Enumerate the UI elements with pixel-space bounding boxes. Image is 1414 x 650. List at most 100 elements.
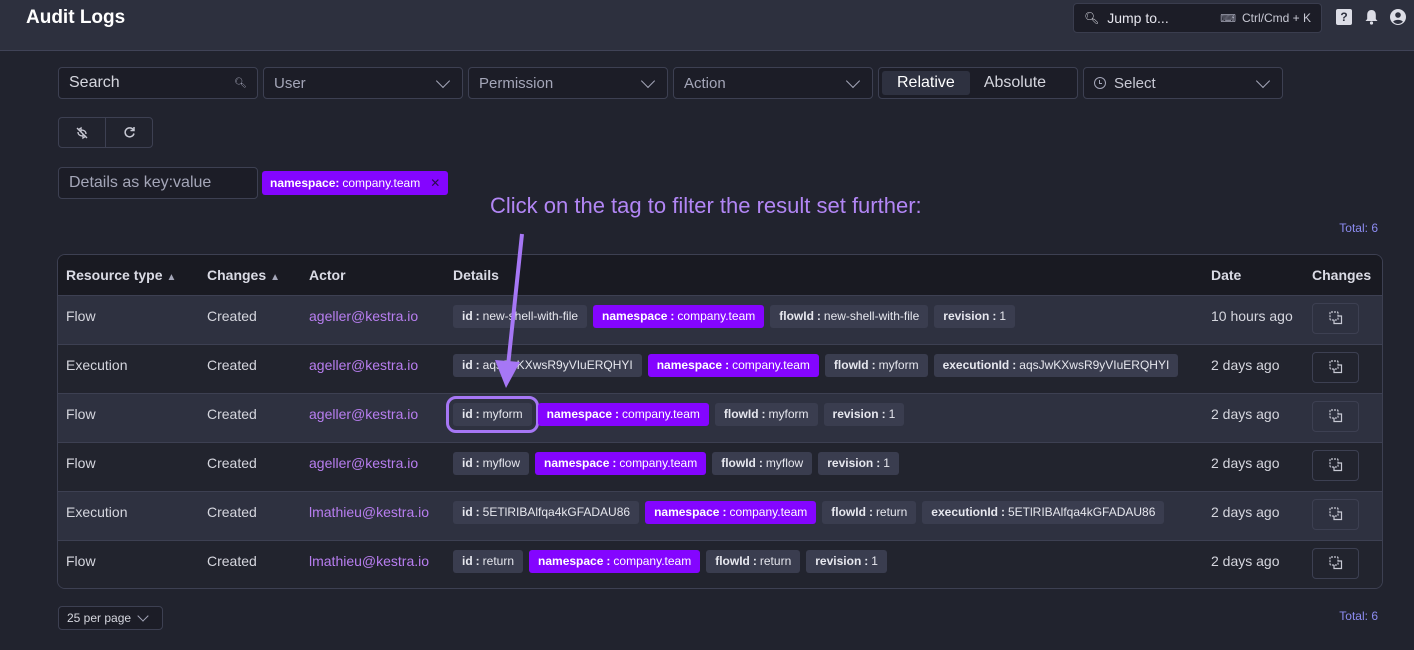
detail-tag[interactable]: namespace: company.team <box>535 451 707 475</box>
search-input[interactable]: Search 🔍︎ <box>58 67 258 99</box>
changes-cell <box>1304 295 1382 344</box>
detail-tag[interactable]: namespace: company.team <box>647 353 819 377</box>
tag-value: company.team <box>732 358 810 372</box>
refresh-button[interactable] <box>105 118 152 147</box>
tag-value: new-shell-with-file <box>823 309 920 323</box>
view-changes-button[interactable] <box>1312 498 1359 530</box>
tag-colon: : <box>612 456 617 470</box>
chevron-down-icon <box>640 73 656 88</box>
detail-tag[interactable]: flowId: myform <box>824 353 928 377</box>
actor-link[interactable]: ageller@kestra.io <box>301 295 445 344</box>
detail-tag[interactable]: id: new-shell-with-file <box>453 304 588 328</box>
detail-tag[interactable]: revision:1 <box>818 451 899 475</box>
tag-value: myform <box>878 358 919 372</box>
actor-link[interactable]: lmathieu@kestra.io <box>301 540 445 588</box>
detail-tag[interactable]: namespace: company.team <box>593 304 765 328</box>
changes-cell <box>1304 442 1382 491</box>
shortcut-hint: Ctrl/Cmd + K <box>1241 11 1311 25</box>
detail-tag[interactable]: id:5ETlRIBAlfqa4kGFADAU86 <box>453 500 640 524</box>
detail-tag[interactable]: namespace: company.team <box>529 549 701 573</box>
help-icon[interactable]: ? <box>1336 9 1352 25</box>
detail-tag[interactable]: id: myflow <box>453 451 530 475</box>
relative-option[interactable]: Relative <box>882 71 970 95</box>
changes-cell <box>1304 393 1382 442</box>
detail-tag[interactable]: flowId: myflow <box>712 451 813 475</box>
per-page-select[interactable]: 25 per page <box>58 606 163 630</box>
view-changes-button[interactable] <box>1312 302 1359 334</box>
tag-key: id <box>462 309 473 323</box>
column-actor: Actor <box>309 266 346 283</box>
detail-tag[interactable]: id: return <box>453 549 524 573</box>
search-icon: 🔍︎ <box>234 77 247 89</box>
detail-tag[interactable]: flowId: myform <box>714 402 818 426</box>
tag-value: 5ETlRIBAlfqa4kGFADAU86 <box>482 505 631 519</box>
absolute-option[interactable]: Absolute <box>970 71 1060 95</box>
tag-colon: : <box>722 505 727 519</box>
total-count-top: Total: 6 <box>1339 221 1378 235</box>
table-row: Execution Created lmathieu@kestra.io id:5ET… <box>58 491 1382 540</box>
table-row: Execution Created ageller@kestra.io id: aqsJ… <box>58 344 1382 393</box>
diff-icon <box>1328 458 1342 472</box>
change-cell: Created <box>207 503 257 520</box>
disable-refresh-button[interactable] <box>59 118 105 147</box>
permission-select[interactable]: Permission <box>468 67 668 99</box>
detail-tag[interactable]: namespace: company.team <box>537 402 709 426</box>
change-cell: Created <box>207 454 257 471</box>
change-cell: Created <box>207 356 257 373</box>
changes-cell <box>1304 540 1382 588</box>
refresh-off-icon <box>76 126 88 139</box>
view-changes-button[interactable] <box>1312 547 1359 579</box>
actor-link[interactable]: ageller@kestra.io <box>301 442 445 491</box>
tag-colon: : <box>816 309 821 323</box>
view-changes-button[interactable] <box>1312 351 1359 383</box>
tag-value: company.team <box>619 456 698 470</box>
tag-value: company.team <box>677 309 756 323</box>
time-range-select[interactable]: Select <box>1083 67 1283 99</box>
detail-tag[interactable]: flowId: return <box>822 500 917 524</box>
detail-tag[interactable]: executionId: aqsJwKXwsR9yVIuERQHYI <box>933 353 1179 377</box>
active-tag-key: namespace: <box>270 176 340 190</box>
actor-link[interactable]: ageller@kestra.io <box>301 393 445 442</box>
view-changes-button[interactable] <box>1312 400 1359 432</box>
details-filter-input[interactable]: Details as key:value <box>58 167 258 199</box>
bell-icon[interactable] <box>1363 9 1379 25</box>
tag-colon: : <box>475 407 480 421</box>
resource-type-cell: Execution <box>66 356 128 373</box>
tag-colon: : <box>1000 505 1005 519</box>
detail-tag[interactable]: executionId:5ETlRIBAlfqa4kGFADAU86 <box>922 500 1165 524</box>
column-resource-type[interactable]: Resource type ▲︎ <box>58 255 199 295</box>
tag-value: myform <box>482 407 523 421</box>
detail-tag[interactable]: revision:1 <box>823 402 905 426</box>
tag-value: 1 <box>999 309 1006 323</box>
detail-tag[interactable]: revision:1 <box>934 304 1015 328</box>
tag-colon: : <box>871 358 876 372</box>
detail-tag[interactable]: flowId: new-shell-with-file <box>770 304 929 328</box>
actor-link[interactable]: lmathieu@kestra.io <box>301 491 445 540</box>
active-tag-value: company.team <box>342 176 421 190</box>
tag-value: myform <box>768 407 809 421</box>
tag-colon: : <box>752 554 757 568</box>
remove-tag-icon[interactable]: ✕ <box>430 176 440 190</box>
detail-tag[interactable]: revision:1 <box>806 549 887 573</box>
detail-tag[interactable]: flowId: return <box>706 549 801 573</box>
view-changes-button[interactable] <box>1312 449 1359 481</box>
details-cell: id: myform namespace: company.team flowId: my… <box>445 393 1203 442</box>
actor-link[interactable]: ageller@kestra.io <box>301 344 445 393</box>
active-filter-tag[interactable]: namespace: company.team ✕ <box>262 171 449 195</box>
action-select[interactable]: Action <box>673 67 873 99</box>
total-count-bottom: Total: 6 <box>1339 609 1378 623</box>
date-cell: 2 days ago <box>1211 454 1280 471</box>
detail-tag[interactable]: id: myform <box>446 395 539 433</box>
detail-tag[interactable]: namespace: company.team <box>645 500 817 524</box>
jump-to-search[interactable]: 🔍︎ Jump to... ⌨ Ctrl/Cmd + K <box>1073 3 1322 33</box>
table-actions <box>58 117 153 148</box>
user-select[interactable]: User <box>263 67 463 99</box>
detail-tag[interactable]: id: aqsJwKXwsR9yVIuERQHYI <box>453 353 642 377</box>
tag-key: id <box>462 358 473 372</box>
user-icon[interactable] <box>1390 9 1406 25</box>
tag-colon: : <box>475 309 480 323</box>
tag-colon: : <box>876 456 881 470</box>
tag-value: myflow <box>765 456 804 470</box>
keyboard-icon: ⌨ <box>1220 12 1236 25</box>
column-changes[interactable]: Changes ▲︎ <box>199 255 301 295</box>
